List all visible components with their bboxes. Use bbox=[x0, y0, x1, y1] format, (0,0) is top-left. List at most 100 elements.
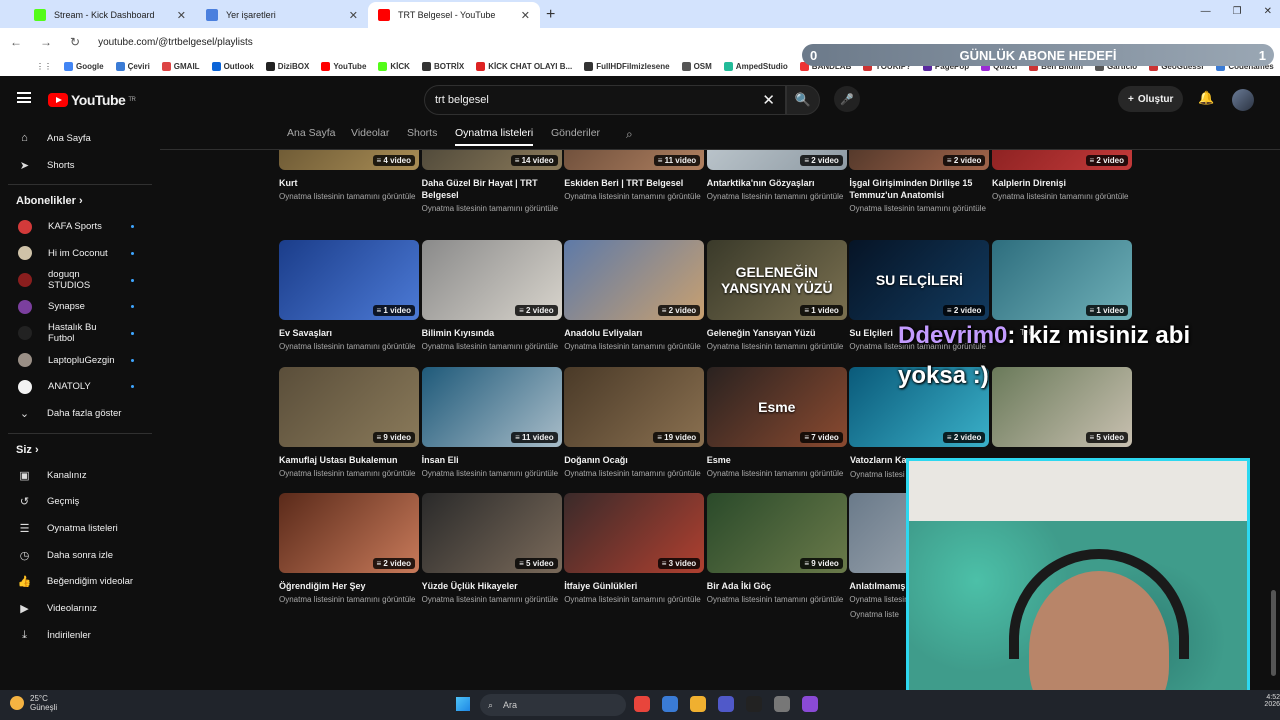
subscription-item[interactable]: ANATOLY bbox=[0, 374, 160, 401]
playlist-thumbnail[interactable]: Bir Hayat≡ 14 video bbox=[421, 150, 562, 170]
playlist-thumbnail[interactable]: ≡ 1 video bbox=[279, 240, 419, 320]
taskbar-clock[interactable]: 4:52 2026 bbox=[1264, 694, 1280, 708]
view-full-playlist-link[interactable]: Oynatma listesinin tamamını görüntüle bbox=[992, 192, 1132, 201]
playlist-thumbnail[interactable]: ≡ 2 video bbox=[564, 240, 705, 320]
playlist-thumbnail[interactable]: ≡ 4 video bbox=[279, 150, 419, 170]
playlist-thumbnail[interactable]: ≡ 5 video bbox=[421, 493, 562, 573]
playlist-card[interactable]: ≡ 9 video Kamuflaj Ustası Bukalemun Oynatm… bbox=[279, 367, 419, 478]
playlist-thumbnail[interactable]: ≡ 11 video bbox=[421, 367, 562, 447]
playlist-thumbnail[interactable]: ≡ 9 video bbox=[279, 367, 419, 447]
bookmark-item[interactable]: KİCK CHAT OLAYI B... bbox=[476, 61, 572, 71]
playlist-title[interactable]: Ev Savaşları bbox=[279, 327, 419, 339]
bookmark-item[interactable]: Outlook bbox=[211, 61, 254, 71]
playlist-card[interactable]: ≡ 9 video Bir Ada İki Göç Oynatma listesin… bbox=[706, 493, 847, 604]
app-icon[interactable] bbox=[774, 696, 790, 712]
sidebar-you-item-2[interactable]: ☰ Oynatma listeleri bbox=[0, 515, 160, 542]
playlist-card[interactable]: ≡ 2 video Öğrendiğim Her Şey Oynatma liste… bbox=[279, 493, 419, 604]
apps-grid-icon[interactable]: ⋮⋮ bbox=[36, 62, 52, 71]
playlist-title[interactable]: Kamuflaj Ustası Bukalemun bbox=[279, 454, 419, 466]
sidebar-you-item-5[interactable]: ▶ Videolarınız bbox=[0, 595, 160, 622]
back-icon[interactable]: ← bbox=[10, 35, 22, 49]
search-input[interactable]: trt belgesel bbox=[435, 94, 489, 106]
windows-start-icon[interactable] bbox=[456, 697, 470, 711]
bookmark-item[interactable]: FullHDFilmizlesene bbox=[584, 61, 670, 71]
search-button[interactable]: 🔍 bbox=[786, 85, 820, 115]
playlist-title[interactable]: Öğrendiğim Her Şey bbox=[279, 580, 419, 592]
voice-search-button[interactable]: 🎤 bbox=[834, 86, 860, 112]
playlist-thumbnail[interactable]: SU ELÇİLERİ ≡ 2 video bbox=[849, 240, 990, 320]
close-tab-icon[interactable]: ✕ bbox=[521, 9, 530, 22]
playlist-card[interactable]: ≡ 3 video İtfaiye Günlükleri Oynatma liste… bbox=[564, 493, 705, 604]
clear-search-icon[interactable]: ✕ bbox=[762, 91, 775, 109]
playlist-title[interactable]: Daha Güzel Bir Hayat | TRT Belgesel bbox=[422, 177, 562, 201]
playlist-title[interactable]: İşgal Girişiminden Dirilişe 15 Temmuz'un… bbox=[849, 177, 989, 201]
browser-tab-kick[interactable]: Stream - Kick Dashboard ✕ bbox=[24, 2, 196, 28]
notifications-bell-icon[interactable]: 🔔 bbox=[1198, 90, 1214, 106]
playlist-title[interactable]: Yüzde Üçlük Hikayeler bbox=[422, 580, 562, 592]
playlist-card[interactable]: ≡ 2 video Kalplerin Direnişi Oynatma liste… bbox=[992, 150, 1132, 201]
playlist-thumbnail[interactable]: ≡ 2 video bbox=[849, 150, 990, 170]
tab-posts[interactable]: Gönderiler bbox=[551, 127, 600, 139]
app-icon[interactable] bbox=[662, 696, 678, 712]
teams-icon[interactable] bbox=[718, 696, 734, 712]
playlist-title[interactable]: Doğanın Ocağı bbox=[564, 454, 704, 466]
taskbar-search[interactable]: ⌕ Ara bbox=[480, 694, 626, 716]
channel-search-icon[interactable]: ⌕ bbox=[626, 127, 633, 142]
playlist-thumbnail[interactable]: ≡ 2 video bbox=[279, 493, 419, 573]
view-full-playlist-link[interactable]: Oynatma listesinin tamamını görüntüle bbox=[422, 469, 562, 478]
bookmark-item[interactable]: GMAIL bbox=[161, 61, 200, 71]
page-scrollbar[interactable] bbox=[1271, 590, 1276, 676]
tab-videos[interactable]: Videolar bbox=[351, 127, 389, 139]
subscription-item[interactable]: Hastalık Bu Futbol bbox=[0, 320, 160, 347]
playlist-title[interactable]: Geleneğin Yansıyan Yüzü bbox=[707, 327, 847, 339]
playlist-thumbnail[interactable]: ≡ 3 video bbox=[564, 493, 705, 573]
playlist-thumbnail[interactable]: ≡ 2 video bbox=[992, 150, 1132, 170]
view-full-playlist-link[interactable]: Oynatma listesinin tamamını görüntüle bbox=[707, 342, 847, 351]
view-full-playlist-link[interactable]: Oynatma listesinin tamamını görüntüle bbox=[279, 342, 419, 351]
bookmark-item[interactable]: DiziBOX bbox=[265, 61, 309, 71]
view-full-playlist-link[interactable]: Oynatma listesinin tamamını görüntüle bbox=[849, 204, 989, 213]
forward-icon[interactable]: → bbox=[40, 35, 52, 49]
playlist-card[interactable]: ≡ 5 video Yüzde Üçlük Hikayeler Oynatma li… bbox=[421, 493, 562, 604]
url-field[interactable]: youtube.com/@trtbelgesel/playlists bbox=[98, 37, 253, 48]
tab-playlists[interactable]: Oynatma listeleri bbox=[455, 127, 534, 146]
playlist-thumbnail[interactable]: GELENEĞİN YANSIYAN YÜZÜ ≡ 1 video bbox=[706, 240, 847, 320]
view-full-playlist-link[interactable]: Oynatma listesinin tamamını görüntüle bbox=[422, 595, 562, 604]
view-full-playlist-link[interactable]: Oynatma listesinin tamamını görüntüle bbox=[564, 469, 704, 478]
browser-tab-youtube[interactable]: TRT Belgesel - YouTube ✕ bbox=[368, 2, 540, 28]
chrome-icon[interactable] bbox=[634, 696, 650, 712]
bookmark-item[interactable]: OSM bbox=[681, 61, 712, 71]
create-button[interactable]: + Oluştur bbox=[1118, 86, 1184, 112]
youtube-logo[interactable]: YouTube TR bbox=[48, 92, 136, 108]
bookmark-item[interactable]: Google bbox=[64, 61, 104, 71]
view-full-playlist-link[interactable]: Oynatma listesinin tamamını görüntüle bbox=[707, 469, 847, 478]
playlist-thumbnail[interactable]: ≡ 9 video bbox=[706, 493, 847, 573]
subscription-item[interactable]: Synapse bbox=[0, 293, 160, 320]
epic-icon[interactable] bbox=[746, 696, 762, 712]
view-full-playlist-link[interactable]: Oynatma listesinin tamamını görüntüle bbox=[422, 204, 562, 213]
playlist-card[interactable]: Esme ≡ 7 video Esme Oynatma listesinin tama… bbox=[706, 367, 847, 478]
minimize-icon[interactable]: — bbox=[1201, 6, 1211, 17]
show-more-button[interactable]: ⌄ Daha fazla göster bbox=[0, 400, 160, 427]
playlist-card[interactable]: ≡ 1 video Ev Savaşları Oynatma listesinin … bbox=[279, 240, 419, 351]
playlist-title[interactable]: İtfaiye Günlükleri bbox=[564, 580, 704, 592]
subscription-item[interactable]: KAFA Sports bbox=[0, 213, 160, 240]
playlist-title[interactable]: Kurt bbox=[279, 177, 419, 189]
weather-widget[interactable]: 25°C Güneşli bbox=[10, 694, 57, 712]
sidebar-you-item-4[interactable]: 👍 Beğendiğim videolar bbox=[0, 569, 160, 596]
sidebar-you-item-0[interactable]: ▣ Kanalınız bbox=[0, 462, 160, 489]
playlist-thumbnail[interactable]: Eskiden Beri≡ 11 video bbox=[564, 150, 705, 170]
playlist-title[interactable]: Esme bbox=[707, 454, 847, 466]
subscription-item[interactable]: doguqn STUDIOS bbox=[0, 267, 160, 294]
playlist-card[interactable]: Eskiden Beri≡ 11 video Eskiden Beri | TRT… bbox=[564, 150, 705, 201]
sidebar-item-1[interactable]: ➤ Shorts bbox=[0, 152, 160, 179]
browser-tab-bookmarks[interactable]: Yer işaretleri ✕ bbox=[196, 2, 368, 28]
close-tab-icon[interactable]: ✕ bbox=[349, 9, 358, 22]
reload-icon[interactable]: ↻ bbox=[70, 35, 80, 49]
playlist-title[interactable]: Eskiden Beri | TRT Belgesel bbox=[564, 177, 704, 189]
playlist-card[interactable]: ≡ 1 video bbox=[992, 240, 1132, 320]
view-full-playlist-link[interactable]: Oynatma listesinin tamamını görüntüle bbox=[422, 342, 562, 351]
hamburger-menu-icon[interactable] bbox=[17, 92, 31, 103]
sidebar-you-item-3[interactable]: ◷ Daha sonra izle bbox=[0, 542, 160, 569]
playlist-card[interactable]: ≡ 4 video Kurt Oynatma listesinin tamamını… bbox=[279, 150, 419, 201]
